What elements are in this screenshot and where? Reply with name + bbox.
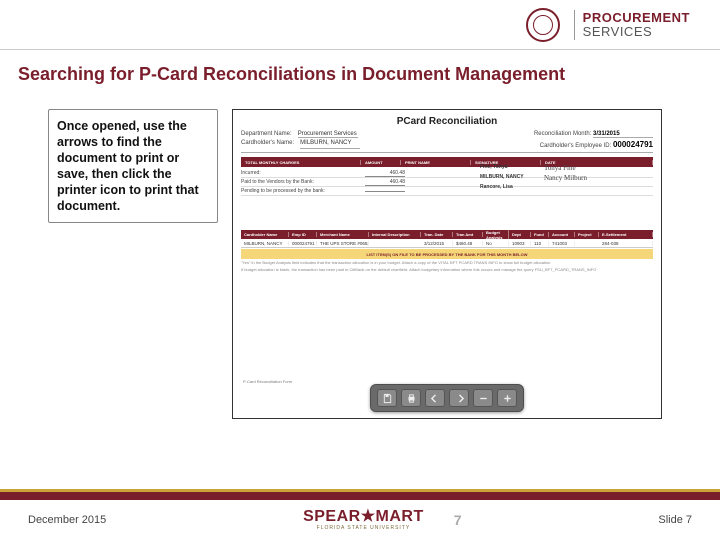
form-id: P-Card Reconciliation Form bbox=[243, 379, 292, 384]
dr-5: $460.48 bbox=[453, 241, 483, 246]
dh-10: Project bbox=[575, 232, 599, 237]
yellow-strip: LIST ITEM(S) ON FILE TO BE PROCESSED BY … bbox=[241, 249, 653, 259]
doc-title: PCard Reconciliation bbox=[241, 116, 653, 127]
dr-2: THE UPS STORE #0652 bbox=[317, 241, 369, 246]
rmonth-value: 3/31/2015 bbox=[593, 131, 653, 138]
spearmart-sub: FLORIDA STATE UNIVERSITY bbox=[303, 525, 424, 531]
detail-header-bar: Cardholder Name Emp ID Merchant Name Int… bbox=[241, 230, 653, 239]
fineprint-1: "Yes" in the Budget Analysis field indic… bbox=[241, 261, 653, 266]
empid-label: Cardholder's Employee ID: bbox=[540, 143, 612, 149]
holder-label: Cardholder's Name: bbox=[241, 140, 294, 149]
header-divider bbox=[574, 10, 575, 40]
brand-title: PROCUREMENT SERVICES bbox=[583, 11, 690, 38]
slide-number: Slide 7 bbox=[658, 514, 692, 526]
document-preview: PCard Reconciliation Department Name: Pr… bbox=[232, 109, 662, 419]
dept-value: Procurement Services bbox=[298, 131, 358, 138]
dr-0: MILBURN, NANCY bbox=[241, 241, 289, 246]
dh-0: Cardholder Name bbox=[241, 232, 289, 237]
university-seal-icon bbox=[526, 8, 560, 42]
print-button[interactable] bbox=[401, 389, 421, 407]
page-title: Searching for P-Card Reconciliations in … bbox=[18, 64, 720, 85]
app-header: PROCUREMENT SERVICES bbox=[0, 0, 720, 50]
row-incurred-amt: 460.48 bbox=[365, 170, 405, 177]
dr-6: No bbox=[483, 241, 509, 246]
dr-9: 741003 bbox=[549, 241, 575, 246]
content-row: Once opened, use the arrows to find the … bbox=[48, 109, 702, 419]
pdf-toolbar bbox=[370, 384, 524, 412]
sig1-name: Fine, Tonya bbox=[480, 164, 540, 172]
col-amount: AMOUNT bbox=[361, 160, 401, 165]
sig3-name: Rancore, Lisa bbox=[480, 184, 540, 190]
dh-6: Budget Analysis bbox=[483, 230, 509, 240]
dh-2: Merchant Name bbox=[317, 232, 369, 237]
zoom-in-button[interactable] bbox=[497, 389, 517, 407]
next-page-button[interactable] bbox=[449, 389, 469, 407]
dh-11: E-Settlement bbox=[599, 232, 653, 237]
empid-value: 000024791 bbox=[613, 140, 653, 149]
fineprint-2: If budget allocation is blank, the trans… bbox=[241, 268, 653, 273]
dh-5: Tran Amt bbox=[453, 232, 483, 237]
dr-7: 10903 bbox=[509, 241, 531, 246]
dh-4: Tran. Date bbox=[421, 232, 453, 237]
signature-block: Fine, Tonya Tonya Fine MILBURN, NANCY Nanc… bbox=[480, 164, 651, 190]
footer-date: December 2015 bbox=[28, 514, 106, 526]
spearmart-text: SPEAR★MART bbox=[303, 508, 424, 525]
rmonth-label: Reconciliation Month: bbox=[534, 131, 591, 137]
dr-1: 000024791 bbox=[289, 241, 317, 246]
prev-page-button[interactable] bbox=[425, 389, 445, 407]
dh-1: Emp ID bbox=[289, 232, 317, 237]
row-incurred-label: Incurred: bbox=[241, 170, 361, 176]
col-printname: PRINT NAME bbox=[401, 160, 471, 165]
col-total: TOTAL MONTHLY CHARGES bbox=[241, 160, 361, 165]
sig2-name: MILBURN, NANCY bbox=[480, 174, 540, 182]
page-number-center: 7 bbox=[454, 512, 462, 528]
dept-label: Department Name: bbox=[241, 131, 292, 138]
sig2-sig: Nancy Milburn bbox=[544, 174, 599, 182]
save-button[interactable] bbox=[377, 389, 397, 407]
footer-accent-bar bbox=[0, 492, 720, 500]
dh-7: Dept bbox=[509, 232, 531, 237]
instruction-note: Once opened, use the arrows to find the … bbox=[48, 109, 218, 223]
dr-11: 284-038 bbox=[599, 241, 653, 246]
spearmart-logo: SPEAR★MART FLORIDA STATE UNIVERSITY bbox=[303, 509, 424, 531]
row-paid-label: Paid to the Vendors by the Bank: bbox=[241, 179, 361, 185]
brand-line2: SERVICES bbox=[583, 25, 690, 39]
sig1-sig: Tonya Fine bbox=[544, 164, 599, 172]
brand-line1: PROCUREMENT bbox=[583, 11, 690, 25]
row-pending-amt bbox=[365, 191, 405, 192]
slide-footer: December 2015 SPEAR★MART FLORIDA STATE U… bbox=[0, 500, 720, 540]
detail-row: MILBURN, NANCY 000024791 THE UPS STORE #… bbox=[241, 239, 653, 248]
row-paid-amt: 460.48 bbox=[365, 179, 405, 186]
dh-3: Internal Description bbox=[369, 232, 421, 237]
row-pending-label: Pending to be processed by the bank: bbox=[241, 188, 361, 194]
dr-8: 110 bbox=[531, 241, 549, 246]
dh-9: Account bbox=[549, 232, 575, 237]
dh-8: Fund bbox=[531, 232, 549, 237]
zoom-out-button[interactable] bbox=[473, 389, 493, 407]
dr-4: 3/12/2015 bbox=[421, 241, 453, 246]
holder-value: MILBURN, NANCY bbox=[300, 140, 360, 149]
